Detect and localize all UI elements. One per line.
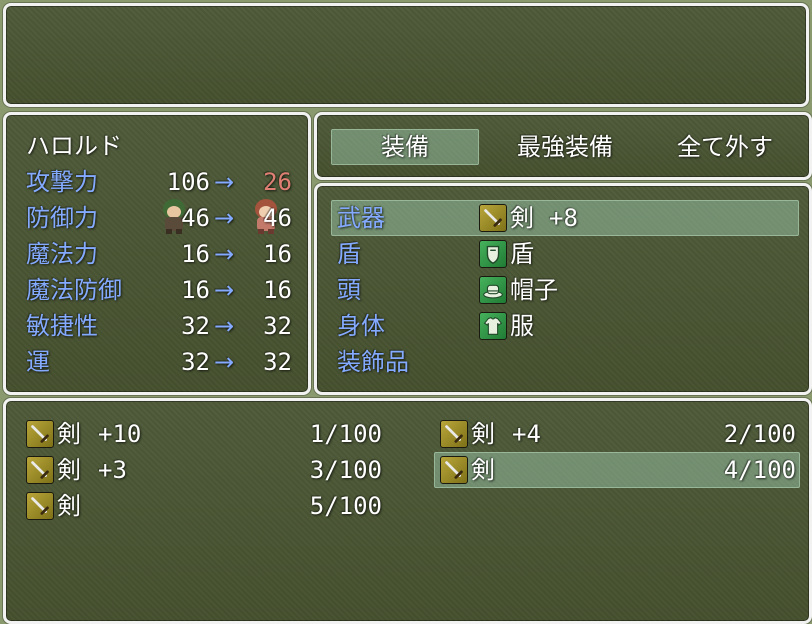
sword-icon (440, 420, 468, 448)
item-count: 2/100 (723, 420, 796, 448)
param-new-atk: 26 (263, 168, 292, 196)
param-new-mat: 16 (263, 240, 292, 268)
item-name[interactable]: 剣 (57, 488, 81, 524)
actor-name: ハロルド (26, 132, 122, 160)
sword-icon (479, 204, 507, 232)
shield-icon (479, 240, 507, 268)
hat-icon (479, 276, 507, 304)
slot-item-head[interactable]: 帽子 (510, 272, 558, 308)
slot-item-shield[interactable]: 盾 (510, 236, 534, 272)
param-arrow-atk: → (214, 168, 235, 196)
param-new-agi: 32 (263, 312, 292, 340)
command-clear[interactable]: 全て外す (651, 129, 799, 165)
item-count: 3/100 (309, 456, 382, 484)
slot-label-body[interactable]: 身体 (337, 308, 385, 344)
item-name[interactable]: 剣 (57, 416, 81, 452)
param-new-luk: 32 (263, 348, 292, 376)
sword-icon (26, 456, 54, 484)
param-label-mdf: 魔法防御 (26, 276, 122, 304)
slot-item-body[interactable]: 服 (510, 308, 534, 344)
param-arrow-def: → (214, 204, 235, 232)
param-current-mdf: 16 (181, 276, 210, 304)
sword-icon (26, 492, 54, 520)
slot-label-head[interactable]: 頭 (337, 272, 361, 308)
clothes-icon (479, 312, 507, 340)
item-window: 剣 +10 1/100 剣 +4 2/100 剣 +3 3/100 剣 4/10… (3, 398, 812, 624)
command-equip[interactable]: 装備 (331, 129, 479, 165)
param-current-luk: 32 (181, 348, 210, 376)
param-label-luk: 運 (26, 348, 50, 376)
slot-bonus-weapon: +8 (549, 204, 578, 232)
param-current-agi: 32 (181, 312, 210, 340)
param-arrow-luk: → (214, 348, 235, 376)
param-new-mdf: 16 (263, 276, 292, 304)
param-label-atk: 攻撃力 (26, 168, 98, 196)
param-label-mat: 魔法力 (26, 240, 98, 268)
param-current-def: 46 (181, 204, 210, 232)
item-count: 5/100 (309, 492, 382, 520)
slot-item-weapon[interactable]: 剣 (510, 200, 534, 236)
param-label-def: 防御力 (26, 204, 98, 232)
item-bonus: +3 (98, 456, 127, 484)
param-current-atk: 106 (166, 168, 210, 196)
sword-icon (26, 420, 54, 448)
param-arrow-mdf: → (214, 276, 235, 304)
item-name[interactable]: 剣 (57, 452, 81, 488)
sword-icon (440, 456, 468, 484)
item-bonus: +4 (512, 420, 541, 448)
item-name[interactable]: 剣 (471, 416, 495, 452)
slot-window: 武器 剣 +8 盾 盾 頭 帽子 身体 服 装飾品 (314, 183, 812, 395)
status-window: ハロルド 攻撃力 106 → 26 防御力 46 → 46 魔法力 16 → 1… (3, 112, 311, 395)
item-count: 1/100 (309, 420, 382, 448)
help-window (3, 3, 809, 107)
slot-label-accessory[interactable]: 装飾品 (337, 344, 409, 380)
item-bonus: +10 (98, 420, 142, 448)
slot-label-weapon[interactable]: 武器 (337, 200, 385, 236)
param-new-def: 46 (263, 204, 292, 232)
param-label-agi: 敏捷性 (26, 312, 98, 340)
item-count: 4/100 (723, 456, 796, 484)
command-window: 装備 最強装備 全て外す (314, 112, 812, 180)
item-name[interactable]: 剣 (471, 452, 495, 488)
param-arrow-agi: → (214, 312, 235, 340)
slot-label-shield[interactable]: 盾 (337, 236, 361, 272)
param-arrow-mat: → (214, 240, 235, 268)
param-current-mat: 16 (181, 240, 210, 268)
command-optimize[interactable]: 最強装備 (491, 129, 639, 165)
